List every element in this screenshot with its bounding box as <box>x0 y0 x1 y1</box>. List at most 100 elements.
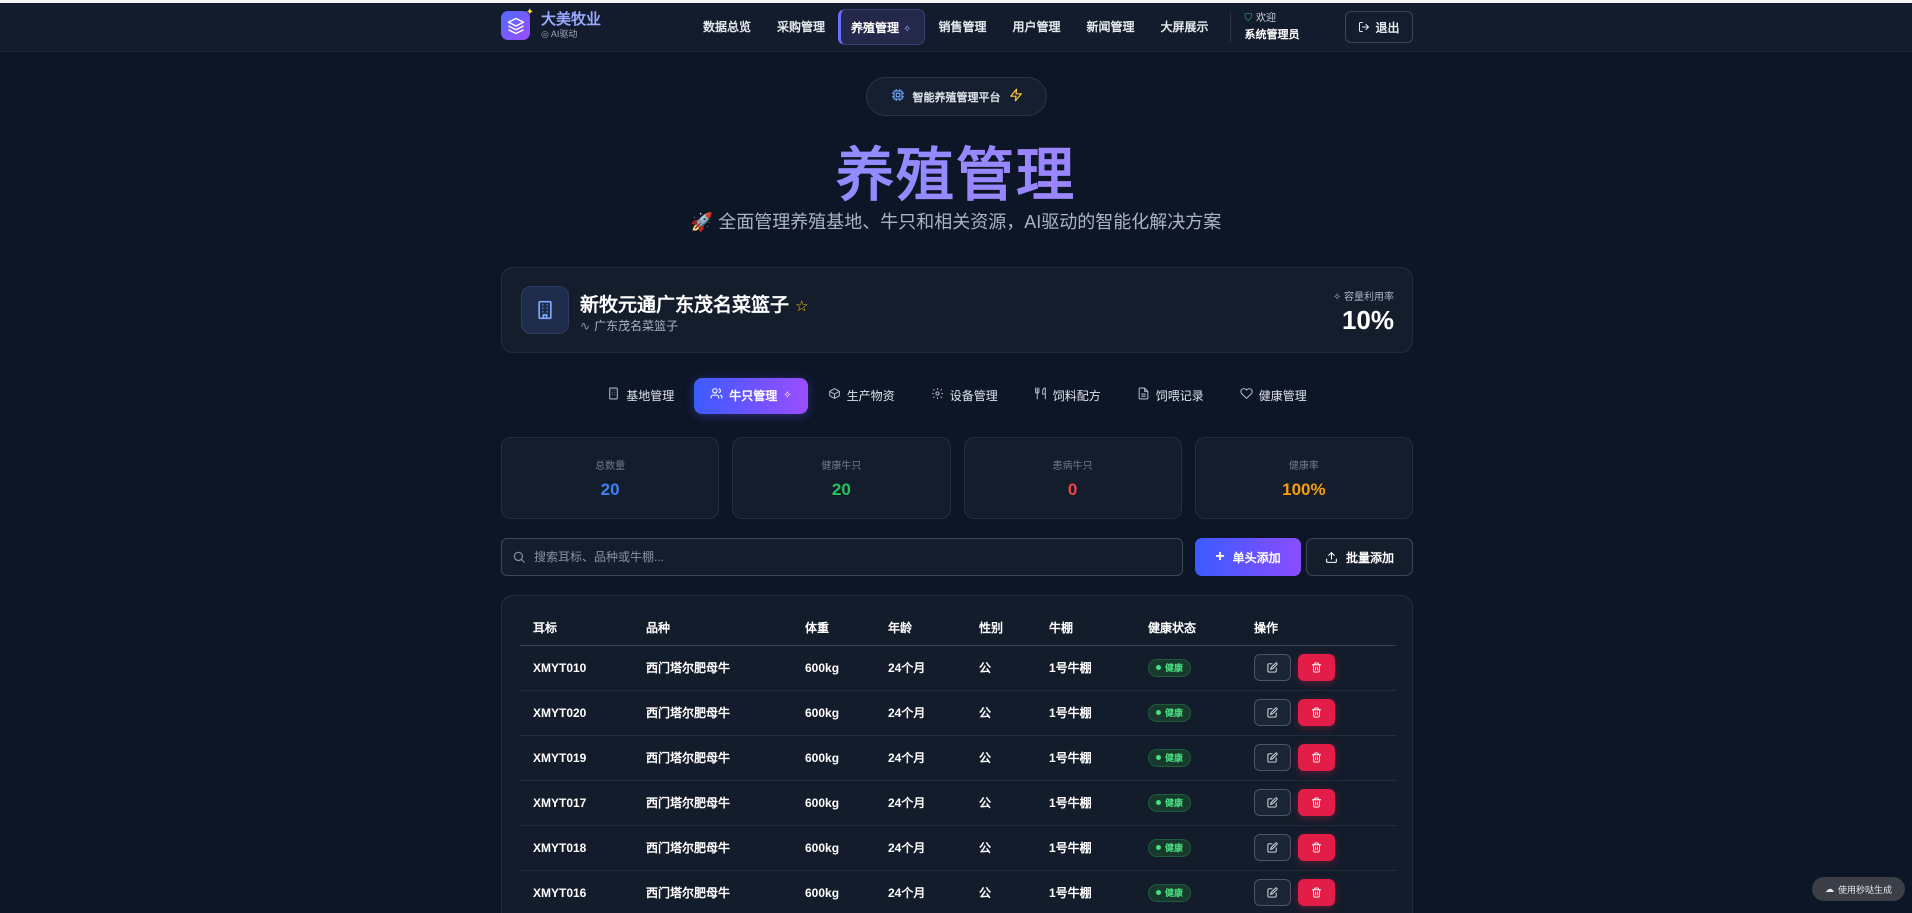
tab-base[interactable]: 基地管理 <box>591 378 690 414</box>
nav-breeding[interactable]: 养殖管理 ✧ <box>838 9 926 45</box>
weight-cell: 600kg <box>792 780 875 826</box>
watermark-badge[interactable]: ☁ 使用秒哒生成 <box>1812 877 1905 901</box>
stat-health-rate: 健康率 100% <box>1194 437 1413 519</box>
nav-sales[interactable]: 销售管理 <box>925 9 999 45</box>
stat-label: 总数量 <box>595 461 626 472</box>
user-info: ⛉ 欢迎 系统管理员 <box>1245 12 1300 42</box>
tab-supplies[interactable]: 生产物资 <box>812 378 911 414</box>
tab-health[interactable]: 健康管理 <box>1224 378 1323 414</box>
search-icon <box>513 551 525 563</box>
stat-label: 健康率 <box>1288 461 1319 472</box>
barn-cell: 1号牛棚 <box>1036 780 1135 826</box>
top-navbar: ✦ 大美牧业 ◎ AI驱动 数据总览 采购管理 养殖管理 ✧ 销售管理 用户管理 … <box>0 3 1912 52</box>
edit-button[interactable] <box>1254 699 1291 726</box>
col-header-age[interactable]: 年龄 <box>875 610 966 646</box>
delete-button[interactable] <box>1298 744 1335 771</box>
col-header-barn[interactable]: 牛棚 <box>1036 610 1135 646</box>
user-name: 系统管理员 <box>1244 29 1300 41</box>
tab-feed-formula[interactable]: 饲料配方 <box>1018 378 1117 414</box>
delete-button[interactable] <box>1298 654 1335 681</box>
weight-cell: 600kg <box>792 870 875 913</box>
breed-cell: 西门塔尔肥母牛 <box>633 780 792 826</box>
barn-cell: 1号牛棚 <box>1036 690 1135 736</box>
weight-cell: 600kg <box>792 645 875 691</box>
page-title: 养殖管理 <box>0 128 1912 212</box>
delete-button[interactable] <box>1298 879 1335 906</box>
page-subtitle: 🚀 全面管理养殖基地、牛只和相关资源，AI驱动的智能化解决方案 <box>690 212 1222 232</box>
table-row: XMYT019 西门塔尔肥母牛 600kg 24个月公 1号牛棚 健康 <box>520 735 1396 781</box>
ear-tag-cell: XMYT020 <box>520 690 633 736</box>
edit-button[interactable] <box>1254 879 1291 906</box>
col-header-tag[interactable]: 耳标 <box>520 610 633 646</box>
tab-equipment[interactable]: 设备管理 <box>915 378 1014 414</box>
main-nav: 数据总览 采购管理 养殖管理 ✧ 销售管理 用户管理 新闻管理 大屏展示 ⛉ 欢迎 … <box>690 9 1300 45</box>
tab-cattle[interactable]: 牛只管理 ✧ <box>694 378 808 414</box>
delete-button[interactable] <box>1298 789 1335 816</box>
star-icon: ☆ <box>795 298 809 315</box>
brand-title: 大美牧业 <box>541 11 602 28</box>
brand-logo[interactable]: ✦ 大美牧业 ◎ AI驱动 <box>501 7 602 40</box>
edit-icon <box>1267 887 1278 898</box>
weight-cell: 600kg <box>792 735 875 781</box>
nav-divider <box>1229 12 1231 42</box>
ear-tag-cell: XMYT019 <box>520 735 633 781</box>
sex-cell: 公 <box>966 780 1036 826</box>
edit-button[interactable] <box>1254 834 1291 861</box>
barn-cell: 1号牛棚 <box>1036 645 1135 691</box>
nav-bigscreen[interactable]: 大屏展示 <box>1147 9 1221 45</box>
status-dot <box>1156 845 1161 850</box>
col-header-sex[interactable]: 性别 <box>966 610 1036 646</box>
lightning-icon <box>1009 88 1023 105</box>
edit-button[interactable] <box>1254 789 1291 816</box>
table-row: XMYT018 西门塔尔肥母牛 600kg 24个月公 1号牛棚 健康 <box>520 825 1396 871</box>
actions-cell <box>1241 735 1396 781</box>
bulk-add-button[interactable]: 批量添加 <box>1306 538 1413 576</box>
capacity-label: ✧ 容量利用率 <box>1332 292 1394 303</box>
trash-icon <box>1311 662 1322 673</box>
breed-cell: 西门塔尔肥母牛 <box>633 645 792 691</box>
nav-procurement[interactable]: 采购管理 <box>764 9 838 45</box>
sex-cell: 公 <box>966 690 1036 736</box>
status-dot <box>1156 800 1161 805</box>
col-header-status[interactable]: 健康状态 <box>1135 610 1241 646</box>
ear-tag-cell: XMYT018 <box>520 825 633 871</box>
logout-icon <box>1359 22 1370 32</box>
nav-users[interactable]: 用户管理 <box>999 9 1073 45</box>
edit-button[interactable] <box>1254 744 1291 771</box>
add-single-button[interactable]: + 单头添加 <box>1195 538 1301 576</box>
stats-row: 总数量 20 健康牛只 20 患病牛只 0 健康率 100% <box>501 437 1413 519</box>
status-badge: 健康 <box>1148 748 1192 767</box>
base-location: ∿ 广东茂名菜篮子 <box>580 319 679 333</box>
platform-badge: 智能养殖管理平台 <box>866 77 1047 116</box>
sex-cell: 公 <box>966 825 1036 871</box>
delete-button[interactable] <box>1298 834 1335 861</box>
edit-icon <box>1267 662 1278 673</box>
col-header-weight[interactable]: 体重 <box>792 610 875 646</box>
status-badge: 健康 <box>1148 658 1192 677</box>
delete-button[interactable] <box>1298 699 1335 726</box>
sex-cell: 公 <box>966 735 1036 781</box>
nav-news[interactable]: 新闻管理 <box>1073 9 1147 45</box>
tab-feeding-records[interactable]: 饲喂记录 <box>1121 378 1220 414</box>
stat-value: 20 <box>600 480 620 499</box>
trash-icon <box>1311 752 1322 763</box>
actions-cell <box>1241 870 1396 913</box>
status-dot <box>1156 710 1161 715</box>
table-row: XMYT016 西门塔尔肥母牛 600kg 24个月公 1号牛棚 健康 <box>520 870 1396 913</box>
shield-icon: ⛉ <box>1244 13 1253 24</box>
logout-button[interactable]: 退出 <box>1345 11 1413 43</box>
search-input[interactable] <box>534 550 1174 564</box>
nav-dashboard[interactable]: 数据总览 <box>690 9 764 45</box>
barn-cell: 1号牛棚 <box>1036 870 1135 913</box>
sex-cell: 公 <box>966 645 1036 691</box>
col-header-breed[interactable]: 品种 <box>633 610 792 646</box>
barn-cell: 1号牛棚 <box>1036 825 1135 871</box>
edit-icon <box>1267 752 1278 763</box>
weight-cell: 600kg <box>792 825 875 871</box>
edit-button[interactable] <box>1254 654 1291 681</box>
weight-cell: 600kg <box>792 690 875 736</box>
status-cell: 健康 <box>1135 690 1241 736</box>
status-dot <box>1156 890 1161 895</box>
document-icon <box>1137 378 1150 414</box>
stat-value: 0 <box>1067 480 1078 499</box>
